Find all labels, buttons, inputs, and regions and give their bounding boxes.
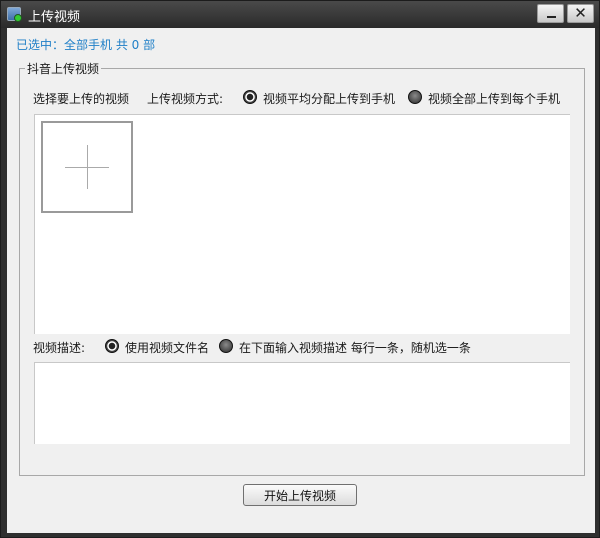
selected-phones-status: 已选中：全部手机 共 0 部 [16,38,156,52]
select-video-label: 选择要上传的视频 [33,92,130,106]
title-bar[interactable]: 上传视频 ✕ [1,1,599,28]
upload-video-window: 上传视频 ✕ 已选中：全部手机 共 0 部 抖音上传视频 选择要上传的视频 上传… [0,0,600,538]
radio-distribute-evenly-label[interactable]: 视频平均分配上传到手机 [263,90,395,107]
radio-use-filename[interactable] [105,339,119,353]
add-video-tile[interactable] [41,121,133,213]
start-upload-button[interactable]: 开始上传视频 [243,484,357,506]
upload-mode-label: 上传视频方式: [147,92,224,106]
close-icon: ✕ [574,4,587,22]
radio-upload-to-all-label[interactable]: 视频全部上传到每个手机 [428,90,560,107]
close-button[interactable]: ✕ [567,4,594,23]
radio-upload-to-all[interactable] [408,90,422,104]
radio-custom-description[interactable] [219,339,233,353]
video-description-label: 视频描述: [33,341,86,355]
radio-custom-description-label[interactable]: 在下面输入视频描述 每行一条，随机选一条 [239,339,471,356]
minimize-icon [547,16,556,18]
plus-icon-vertical [87,145,88,189]
description-textarea[interactable] [34,362,570,444]
window-client-area: 已选中：全部手机 共 0 部 抖音上传视频 选择要上传的视频 上传视频方式: 视… [7,28,595,533]
minimize-button[interactable] [537,4,564,23]
radio-use-filename-label[interactable]: 使用视频文件名 [125,339,209,356]
window-title: 上传视频 [28,10,81,25]
radio-distribute-evenly[interactable] [243,90,257,104]
douyin-upload-group: 抖音上传视频 选择要上传的视频 上传视频方式: 视频平均分配上传到手机 视频全部… [19,60,585,476]
app-icon [7,7,22,22]
video-list-area[interactable] [34,114,570,334]
group-title: 抖音上传视频 [25,60,102,77]
